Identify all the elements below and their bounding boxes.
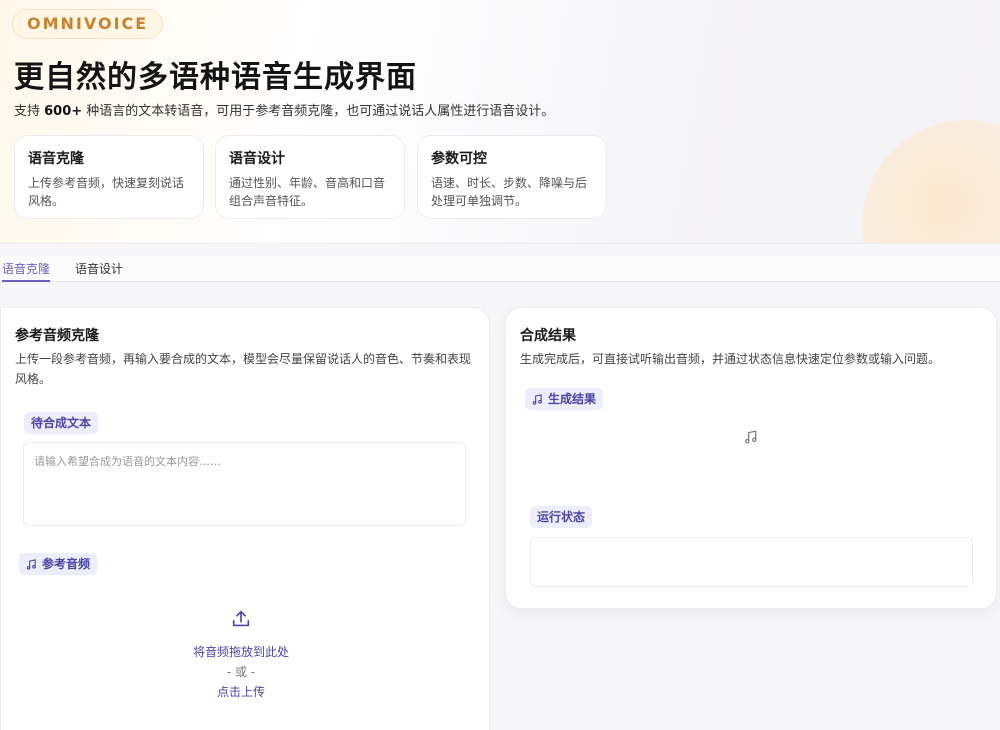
clone-panel: 参考音频克隆 上传一段参考音频，再输入要合成的文本，模型会尽量保留说话人的音色、…	[0, 307, 490, 730]
subtitle-suffix: 种语言的文本转语音，可用于参考音频克隆，也可通过说话人属性进行语音设计。	[82, 104, 555, 119]
run-status-label: 运行状态	[530, 506, 593, 528]
clone-panel-desc: 上传一段参考音频，再输入要合成的文本，模型会尽量保留说话人的音色、节奏和表现风格…	[15, 352, 472, 386]
reference-audio-label: 参考音频	[19, 553, 98, 575]
synthesis-text-input[interactable]	[23, 442, 466, 526]
mode-tabs: 语音克隆 语音设计	[0, 256, 1000, 282]
page-subtitle: 支持 600+ 种语言的文本转语音，可用于参考音频克隆，也可通过说话人属性进行语…	[14, 100, 554, 119]
result-audio-label: 生成结果	[525, 388, 604, 410]
upload-click-text[interactable]: 点击上传	[121, 682, 361, 702]
feature-title: 语音克隆	[28, 151, 84, 167]
subtitle-prefix: 支持	[14, 104, 45, 119]
upload-drop-text: 将音频拖放到此处	[192, 645, 289, 659]
page-title: 更自然的多语种语音生成界面	[14, 60, 417, 95]
feature-desc: 通过性别、年龄、音高和口音组合声音特征。	[229, 176, 386, 208]
result-panel-title: 合成结果	[520, 328, 576, 344]
tab-voice-clone[interactable]: 语音克隆	[2, 260, 51, 282]
decorative-orb	[862, 120, 1000, 243]
run-status-output	[530, 537, 973, 587]
language-count: 600+	[44, 104, 83, 119]
feature-desc: 语速、时长、步数、降噪与后处理可单独调节。	[431, 176, 588, 208]
brand-badge: OMNIVOICE	[12, 9, 164, 39]
hero-banner: OMNIVOICE 更自然的多语种语音生成界面 支持 600+ 种语言的文本转语…	[0, 0, 1000, 244]
text-label-text: 待合成文本	[31, 416, 92, 430]
audio-upload-dropzone[interactable]: 将音频拖放到此处 - 或 - 点击上传	[121, 608, 361, 708]
feature-title: 参数可控	[431, 151, 487, 167]
audio-label-text: 参考音频	[42, 557, 91, 571]
feature-card-clone: 语音克隆 上传参考音频，快速复刻说话风格。	[14, 135, 204, 219]
feature-title: 语音设计	[229, 151, 285, 167]
upload-icon	[232, 610, 250, 627]
feature-card-design: 语音设计 通过性别、年龄、音高和口音组合声音特征。	[215, 135, 405, 219]
music-note-icon	[745, 430, 757, 444]
result-panel-desc: 生成完成后，可直接试听输出音频，并通过状态信息快速定位参数或输入问题。	[520, 352, 941, 366]
tab-voice-design[interactable]: 语音设计	[75, 260, 123, 282]
upload-or-text: - 或 -	[226, 665, 256, 679]
status-label-text: 运行状态	[537, 510, 586, 524]
clone-panel-title: 参考音频克隆	[15, 328, 99, 344]
feature-desc: 上传参考音频，快速复刻说话风格。	[28, 176, 185, 208]
music-note-icon	[532, 393, 542, 405]
result-label-text: 生成结果	[548, 392, 597, 406]
music-note-icon	[26, 558, 36, 570]
result-panel: 合成结果 生成完成后，可直接试听输出音频，并通过状态信息快速定位参数或输入问题。…	[505, 307, 997, 609]
text-input-label: 待合成文本	[24, 412, 99, 434]
feature-card-params: 参数可控 语速、时长、步数、降噪与后处理可单独调节。	[417, 135, 607, 219]
